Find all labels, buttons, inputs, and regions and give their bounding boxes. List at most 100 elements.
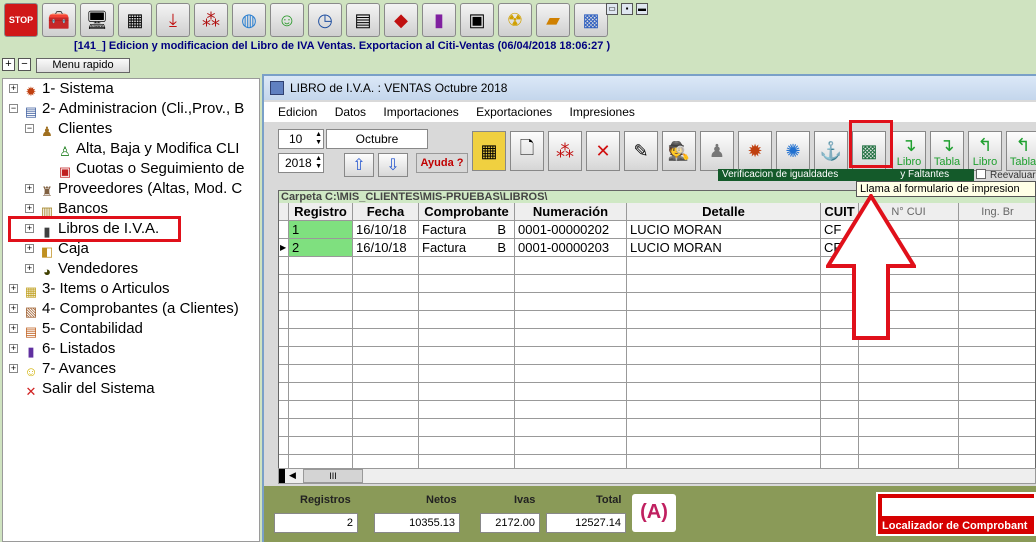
year-spinner[interactable]: 2018 ▲ ▼ [278,153,324,173]
tree-item-avances[interactable]: + ☺ 7- Avances [9,359,116,379]
bars-icon[interactable]: ▮ [422,3,456,37]
computer-icon[interactable]: 🖥 [80,3,114,37]
ayuda-button[interactable]: Ayuda ? [416,153,468,173]
tree-item-salir[interactable]: ✕ Salir del Sistema [23,379,155,399]
tree-item-alta-baja[interactable]: ♙ Alta, Baja y Modifica CLI [57,139,239,159]
checkbox-icon[interactable] [976,169,986,179]
collapse-all-button[interactable]: − [18,58,31,71]
calculator-button[interactable]: ▦ [472,131,506,171]
spinner-arrows-icon[interactable]: ▲ ▼ [315,155,322,171]
cell-registro[interactable]: 2 [289,239,353,257]
expand-icon[interactable]: + [9,84,18,93]
table-row[interactable]: 1 16/10/18 Factura B 0001-00000202 LUCIO … [279,221,1035,239]
cell-detalle[interactable]: LUCIO MORAN [627,239,821,257]
cell-numeracion[interactable]: 0001-00000202 [515,221,627,239]
libro-import-button[interactable]: ↰ Libro [968,131,1002,171]
tree-item-administracion[interactable]: − ▤ 2- Administracion (Cli.,Prov., B [9,99,244,119]
menu-datos[interactable]: Datos [335,105,366,119]
chart-icon[interactable]: ⁂ [194,3,228,37]
collapse-icon[interactable]: − [9,104,18,113]
stop-icon[interactable]: STOP [4,3,38,37]
window-minimize-icon[interactable]: ▬ [636,3,648,15]
settings-button[interactable]: ✹ [738,131,772,171]
menu-importaciones[interactable]: Importaciones [383,105,458,119]
menu-edicion[interactable]: Edicion [278,105,317,119]
reevaluar-checkbox[interactable]: Reevaluar [976,169,1036,181]
horizontal-scrollbar[interactable]: ◀ III [278,468,1036,484]
cell-detalle[interactable]: LUCIO MORAN [627,221,821,239]
table-row[interactable]: ▶ 2 16/10/18 Factura B 0001-00000203 LUCI… [279,239,1035,257]
config-button[interactable]: ✺ [776,131,810,171]
scroll-thumb[interactable]: III [303,469,363,483]
radiation-icon[interactable]: ☢ [498,3,532,37]
tree-item-proveedores[interactable]: + ♜ Proveedores (Altas, Mod. C [25,179,242,199]
tree-item-vendedores[interactable]: + ◕ Vendedores [25,259,138,279]
image-icon[interactable]: ▩ [574,3,608,37]
folder-open-icon[interactable]: ▰ [536,3,570,37]
col-comprobante[interactable]: Comprobante [419,203,515,221]
expand-icon[interactable]: + [25,244,34,253]
localizador-input[interactable] [882,498,1036,516]
download-icon[interactable]: ⤓ [156,3,190,37]
tree-item-contabilidad[interactable]: + ▤ 5- Contabilidad [9,319,143,339]
tree-item-listados[interactable]: + ▮ 6- Listados [9,339,115,359]
person-button[interactable]: ♟ [700,131,734,171]
cell-ing-brutos[interactable] [959,239,1035,257]
expand-icon[interactable]: + [9,344,18,353]
user-icon[interactable]: ☺ [270,3,304,37]
safe-icon[interactable]: ▣ [460,3,494,37]
libro-export-button[interactable]: ↴ Libro [892,131,926,171]
tree-item-comprobantes[interactable]: + ▧ 4- Comprobantes (a Clientes) [9,299,239,319]
tree-item-cuotas[interactable]: ▣ Cuotas o Seguimiento de [57,159,245,179]
scanner-icon[interactable]: ▤ [346,3,380,37]
col-fecha[interactable]: Fecha [353,203,419,221]
cell-fecha[interactable]: 16/10/18 [353,221,419,239]
window-restore-icon[interactable]: ▭ [606,3,618,15]
grid-button[interactable]: ⁂ [548,131,582,171]
cell-comprobante[interactable]: Factura B [419,239,515,257]
menu-exportaciones[interactable]: Exportaciones [476,105,552,119]
clock-icon[interactable]: ◷ [308,3,342,37]
cell-comprobante[interactable]: Factura B [419,221,515,239]
tree-item-sistema[interactable]: + ✹ 1- Sistema [9,79,114,99]
next-period-button[interactable]: ⇩ [378,153,408,177]
collapse-icon[interactable]: − [25,124,34,133]
cell-fecha[interactable]: 16/10/18 [353,239,419,257]
expand-icon[interactable]: + [9,284,18,293]
month-name-field[interactable]: Octubre [326,129,428,149]
tabla-import-button[interactable]: ↰ Tabla [1006,131,1036,171]
expand-icon[interactable]: + [9,304,18,313]
tree-item-items[interactable]: + ▦ 3- Items o Articulos [9,279,170,299]
window-close-icon[interactable]: ▪ [621,3,633,15]
tabla-export-button[interactable]: ↴ Tabla [930,131,964,171]
new-record-button[interactable]: 🗋 [510,131,544,171]
edit-button[interactable]: ✎ [624,131,658,171]
menu-rapido-button[interactable]: Menu rapido [36,58,130,73]
tag-icon[interactable]: ◆ [384,3,418,37]
anchor-button[interactable]: ⚓ [814,131,848,171]
col-registro[interactable]: Registro [289,203,353,221]
cell-registro[interactable]: 1 [289,221,353,239]
delete-button[interactable]: ✕ [586,131,620,171]
folder-icon[interactable]: ▦ [118,3,152,37]
cell-numeracion[interactable]: 0001-00000203 [515,239,627,257]
spinner-arrows-icon[interactable]: ▲ ▼ [315,131,322,147]
expand-icon[interactable]: + [25,204,34,213]
expand-icon[interactable]: + [9,364,18,373]
cell-ing-brutos[interactable] [959,221,1035,239]
scroll-left-icon[interactable]: ◀ [289,470,296,481]
menu-impresiones[interactable]: Impresiones [570,105,635,119]
expand-icon[interactable]: + [25,184,34,193]
spy-button[interactable]: 🕵 [662,131,696,171]
expand-icon[interactable]: + [25,264,34,273]
tools-icon[interactable]: 🧰 [42,3,76,37]
globe-icon[interactable]: ◍ [232,3,266,37]
month-spinner[interactable]: 10 ▲ ▼ [278,129,324,149]
col-ing-brutos[interactable]: Ing. Br [959,203,1035,221]
col-numeracion[interactable]: Numeración [515,203,627,221]
libro-grid[interactable]: Carpeta C:\MIS_CLIENTES\MIS-PRUEBAS\LIBR… [278,190,1036,482]
expand-icon[interactable]: + [9,324,18,333]
col-detalle[interactable]: Detalle [627,203,821,221]
previous-period-button[interactable]: ⇧ [344,153,374,177]
tree-item-clientes[interactable]: − ♟ Clientes [25,119,112,139]
